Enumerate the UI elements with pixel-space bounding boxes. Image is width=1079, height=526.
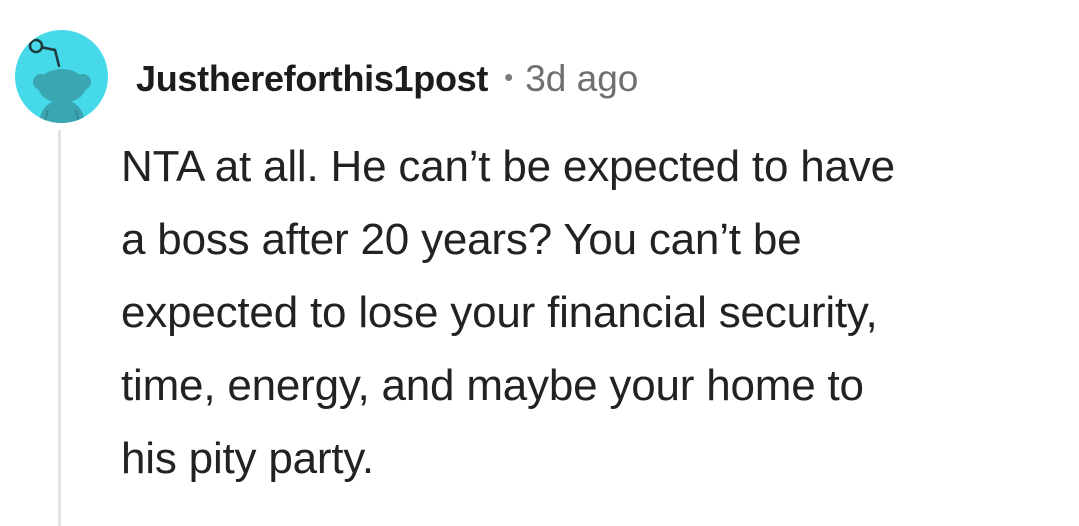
comment-body-line: NTA at all. He can’t be expected to have xyxy=(121,142,895,191)
comment: Justhereforthis1post • 3d ago NTA at all… xyxy=(0,0,1079,526)
comment-body-line: expected to lose your financial security… xyxy=(121,288,878,337)
timestamp: 3d ago xyxy=(525,58,639,99)
username-link[interactable]: Justhereforthis1post xyxy=(136,58,488,100)
comment-body-line: a boss after 20 years? You can’t be xyxy=(121,215,802,264)
user-avatar[interactable] xyxy=(15,30,108,123)
thread-line[interactable] xyxy=(58,130,61,526)
snoo-avatar-icon xyxy=(28,38,91,123)
comment-body-line: time, energy, and maybe your home to xyxy=(121,361,864,410)
comment-header: Justhereforthis1post • 3d ago xyxy=(136,52,638,106)
comment-body-line: his pity party. xyxy=(121,434,374,483)
separator-dot: • xyxy=(504,61,514,92)
comment-body: NTA at all. He can’t be expected to have… xyxy=(121,130,1061,495)
